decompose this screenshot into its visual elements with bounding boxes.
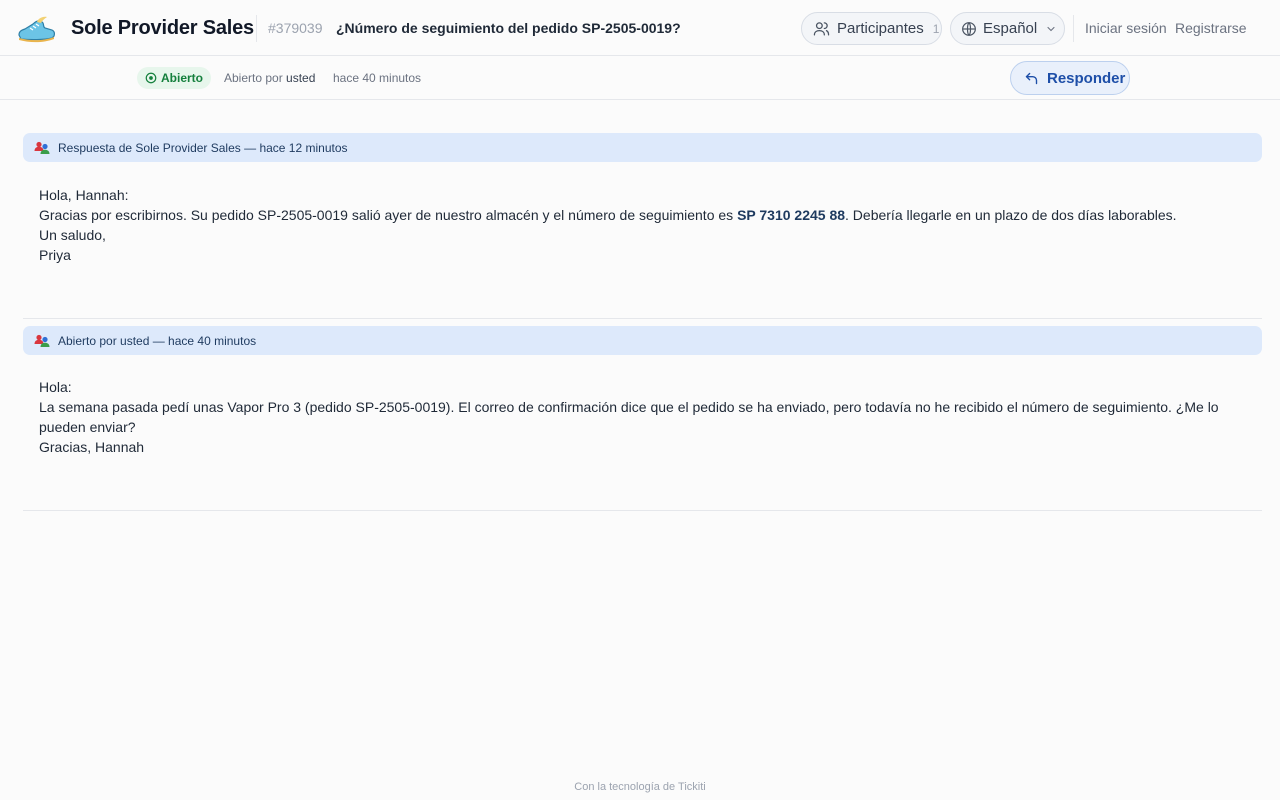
status-badge: Abierto: [137, 67, 211, 89]
register-link[interactable]: Registrarse: [1175, 20, 1247, 36]
sneaker-logo-icon[interactable]: [16, 13, 56, 45]
message-text: Gracias por escribirnos. Su pedido SP-25…: [39, 207, 738, 223]
message-signature: Priya: [39, 247, 71, 263]
globe-icon: [962, 21, 976, 36]
status-label: Abierto: [161, 71, 203, 85]
divider: [256, 15, 257, 42]
people-group-icon: [34, 334, 50, 347]
message-text: La semana pasada pedí unas Vapor Pro 3 (…: [39, 399, 1219, 435]
participants-count: 1: [932, 21, 940, 36]
message-signature: Gracias, Hannah: [39, 439, 145, 455]
ticket-status-bar: Abierto Abierto por usted hace 40 minuto…: [0, 56, 1280, 100]
language-select[interactable]: Español: [950, 12, 1065, 45]
participants-button[interactable]: Participantes 1: [801, 12, 942, 45]
message-header: Respuesta de Sole Provider Sales — hace …: [23, 133, 1262, 162]
opened-by-prefix: Abierto por: [224, 71, 283, 85]
top-bar: Sole Provider Sales #379039 ¿Número de s…: [0, 0, 1280, 56]
status-circle-icon: [145, 72, 157, 84]
opened-time: hace 40 minutos: [333, 71, 422, 85]
reply-label: Responder: [1047, 69, 1126, 87]
message-text: . Debería llegarle en un plazo de dos dí…: [845, 207, 1177, 223]
message-line: Gracias por escribirnos. Su pedido SP-25…: [39, 205, 1239, 225]
brand-name[interactable]: Sole Provider Sales: [71, 17, 254, 40]
message-closing: Un saludo,: [39, 227, 106, 243]
participants-label: Participantes: [837, 20, 924, 37]
login-link[interactable]: Iniciar sesión: [1085, 20, 1167, 36]
language-label: Español: [983, 20, 1038, 37]
ticket-id: #379039: [268, 20, 323, 36]
message-divider: [23, 510, 1262, 511]
opened-by: Abierto por usted: [224, 71, 315, 85]
reply-arrow-icon: [1025, 72, 1038, 84]
message-greeting: Hola:: [39, 379, 72, 395]
message-greeting: Hola, Hannah:: [39, 187, 129, 203]
message-header-text: Respuesta de Sole Provider Sales — hace …: [58, 140, 348, 155]
message-header: Abierto por usted — hace 40 minutos: [23, 326, 1262, 355]
message-body: Hola, Hannah: Gracias por escribirnos. S…: [39, 185, 1239, 265]
people-group-icon: [34, 141, 50, 154]
message-header-text: Abierto por usted — hace 40 minutos: [58, 333, 257, 348]
opened-by-user: usted: [286, 71, 316, 85]
footer-powered-by[interactable]: Con la tecnología de Tickiti: [0, 781, 1280, 793]
users-icon: [813, 22, 830, 36]
tracking-number: SP 7310 2245 88: [737, 207, 846, 223]
divider: [1073, 15, 1074, 42]
ticket-title: ¿Número de seguimiento del pedido SP-250…: [336, 20, 681, 36]
reply-button[interactable]: Responder: [1010, 61, 1130, 95]
message-body: Hola: La semana pasada pedí unas Vapor P…: [39, 377, 1239, 457]
message-divider: [23, 318, 1262, 319]
chevron-down-icon: [1047, 26, 1055, 31]
